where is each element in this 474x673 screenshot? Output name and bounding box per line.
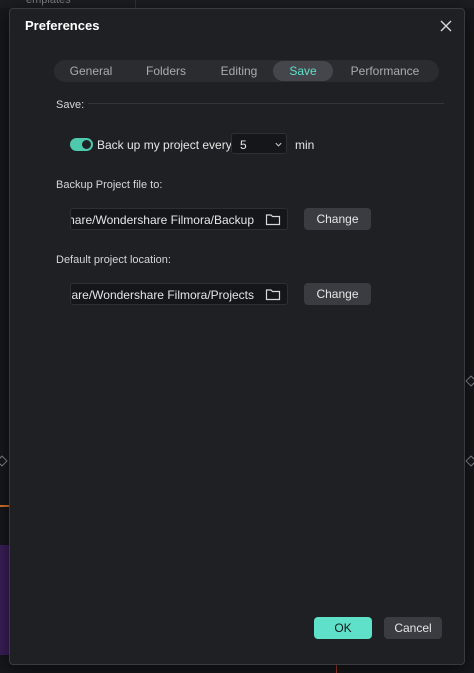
- default-change-button[interactable]: Change: [304, 283, 371, 305]
- tab-editing[interactable]: Editing: [205, 61, 273, 81]
- dialog-title: Preferences: [25, 18, 100, 33]
- tab-general[interactable]: General: [55, 61, 127, 81]
- close-icon: [440, 20, 452, 32]
- default-path-text: hare/Wondershare Filmora/Projects: [70, 288, 254, 302]
- autosave-interval-select[interactable]: 5: [231, 133, 287, 154]
- chevron-down-icon: [275, 142, 282, 147]
- cancel-button[interactable]: Cancel: [384, 617, 442, 639]
- background-keyframe-right: [465, 455, 474, 467]
- tab-save[interactable]: Save: [273, 61, 333, 81]
- background-divider: [135, 0, 136, 8]
- default-location-label: Default project location:: [56, 254, 171, 266]
- autosave-interval-value: 5: [240, 138, 247, 152]
- backup-change-button[interactable]: Change: [304, 208, 371, 230]
- tab-folders[interactable]: Folders: [127, 61, 205, 81]
- background-keyframe-left: [0, 455, 8, 467]
- ok-button[interactable]: OK: [314, 617, 372, 639]
- save-section-divider: [88, 103, 444, 104]
- background-timeline-marker: [0, 505, 9, 507]
- autosave-interval-unit: min: [295, 138, 315, 152]
- preferences-dialog: Preferences General Folders Editing Save…: [9, 8, 465, 665]
- background-timeline-clip: [0, 545, 9, 655]
- background-templates-tab: emplates: [26, 0, 71, 6]
- autosave-label: Back up my project every: [97, 138, 232, 152]
- backup-path-text: hare/Wondershare Filmora/Backup: [70, 213, 254, 227]
- save-section-label: Save:: [56, 99, 85, 111]
- backup-path-field[interactable]: hare/Wondershare Filmora/Backup: [70, 208, 288, 230]
- folder-icon[interactable]: [265, 288, 281, 301]
- backup-location-label: Backup Project file to:: [56, 179, 163, 191]
- default-path-field[interactable]: hare/Wondershare Filmora/Projects: [70, 283, 288, 305]
- autosave-toggle[interactable]: [70, 138, 93, 151]
- folder-icon[interactable]: [265, 213, 281, 226]
- background-keyframe-right-upper: [465, 375, 474, 387]
- tab-performance[interactable]: Performance: [333, 61, 437, 81]
- background-top-strip: [0, 0, 474, 8]
- close-button[interactable]: [438, 18, 454, 34]
- preferences-tabs: General Folders Editing Save Performance: [54, 60, 439, 82]
